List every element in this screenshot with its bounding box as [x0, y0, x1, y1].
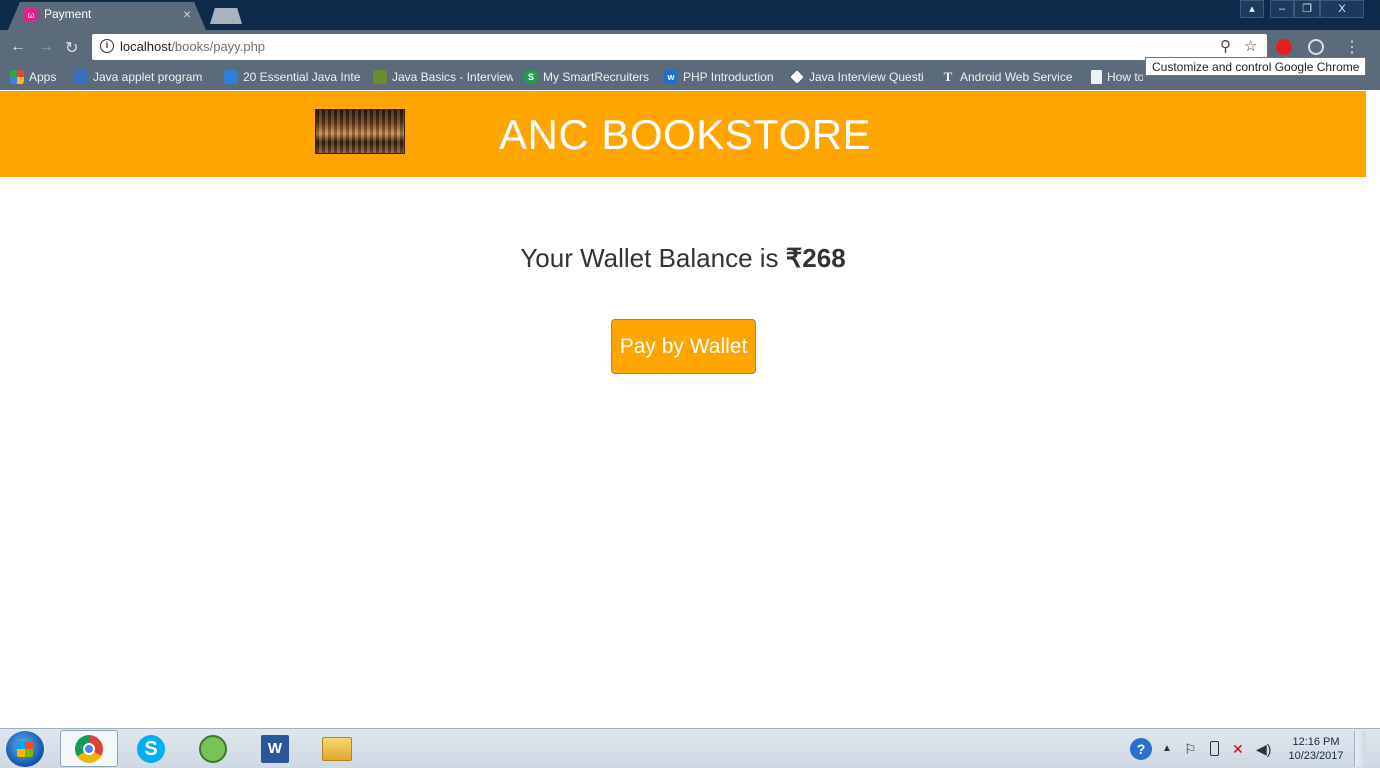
bookmark-label: Java Basics - Interview: [392, 70, 513, 84]
windows-taskbar: S W ? ▲ ⚐ ✕ ◀) 12:16 PM 10/23/2017: [0, 728, 1380, 768]
bookmark-label: My SmartRecruiters: [543, 70, 650, 84]
toptal-icon: [224, 70, 238, 84]
bookmark-java-interview[interactable]: Java Interview Questi: [790, 68, 930, 86]
menu-tooltip: Customize and control Google Chrome: [1145, 57, 1367, 76]
bookmark-label: Java applet program: [93, 70, 203, 84]
zoom-icon[interactable]: ⚲: [1220, 37, 1231, 55]
wallet-balance-text: Your Wallet Balance is ₹268: [0, 243, 1366, 274]
android-studio-icon: [199, 734, 227, 763]
page-icon: [1091, 70, 1102, 84]
forward-icon[interactable]: →: [38, 38, 54, 56]
bookmark-java-basics[interactable]: Java Basics - Interview: [373, 68, 513, 86]
site-info-icon[interactable]: i: [100, 39, 114, 53]
reload-icon[interactable]: ↻: [65, 38, 78, 58]
clock-time: 12:16 PM: [1292, 736, 1340, 748]
skype-icon: S: [137, 734, 165, 763]
battery-icon[interactable]: [1210, 741, 1219, 756]
tab-close-icon[interactable]: ×: [183, 6, 191, 22]
network-icon[interactable]: ✕: [1232, 741, 1244, 758]
smartrecruiters-icon: S: [524, 70, 538, 84]
store-title: ANC BOOKSTORE: [499, 111, 872, 158]
close-window-button[interactable]: X: [1320, 0, 1364, 18]
minimize-button[interactable]: –: [1270, 0, 1294, 18]
bookmark-how-to-create[interactable]: How to create and: [1091, 68, 1143, 86]
tab-favicon-icon: ω: [24, 8, 38, 22]
file-explorer-icon: [322, 736, 352, 761]
bookmark-label: Apps: [29, 70, 57, 84]
taskbar-chrome[interactable]: [60, 730, 118, 767]
diamond-icon: [790, 69, 805, 85]
bookmark-label: PHP Introduction: [683, 70, 774, 84]
bookmark-android-web-service[interactable]: T Android Web Service: [941, 68, 1079, 86]
url-host: localhost: [120, 39, 172, 54]
show-desktop-button[interactable]: [1354, 731, 1366, 767]
t-icon: T: [943, 69, 953, 84]
tab-title: Payment: [44, 7, 92, 21]
bookmark-label: How to create and: [1107, 70, 1143, 84]
bookmark-label: 20 Essential Java Inte: [243, 70, 361, 84]
balance-amount: ₹268: [785, 243, 846, 273]
bookmark-label: Android Web Service: [960, 70, 1073, 84]
word-icon: W: [261, 734, 289, 763]
taskbar-file-explorer[interactable]: [308, 730, 366, 767]
store-header: ANC BOOKSTORE: [0, 91, 1366, 177]
clock-date: 10/23/2017: [1288, 750, 1344, 762]
pay-by-wallet-button[interactable]: Pay by Wallet: [611, 319, 756, 374]
page-edge: [1366, 91, 1380, 728]
w3schools-icon: w: [664, 70, 678, 84]
taskbar-word[interactable]: W: [246, 730, 304, 767]
url-text[interactable]: localhost/books/payy.php: [120, 39, 265, 54]
bookmark-star-icon[interactable]: ☆: [1244, 37, 1257, 55]
url-path: /books/payy.php: [171, 39, 266, 54]
bookstore-logo: [315, 109, 405, 154]
bookmark-20-essential-java[interactable]: 20 Essential Java Inte: [224, 68, 364, 86]
bookmark-label: Java Interview Questi: [809, 70, 924, 84]
volume-icon[interactable]: ◀): [1256, 741, 1271, 758]
extension-icon[interactable]: [1276, 39, 1292, 55]
address-bar[interactable]: i localhost/books/payy.php ⚲ ☆: [92, 34, 1267, 60]
apps-icon: [10, 70, 24, 84]
action-center-flag-icon[interactable]: ⚐: [1184, 741, 1197, 758]
back-icon[interactable]: ←: [10, 38, 26, 56]
bookmark-java-applet[interactable]: Java applet program: [74, 68, 210, 86]
taskbar-skype[interactable]: S: [122, 730, 180, 767]
system-clock[interactable]: 12:16 PM 10/23/2017: [1278, 735, 1354, 763]
new-tab-button[interactable]: [210, 8, 242, 24]
history-icon[interactable]: [1308, 39, 1324, 55]
title-bar: ω Payment × ▴ – ❐ X: [0, 0, 1380, 30]
chrome-menu-icon[interactable]: ⋮: [1344, 37, 1360, 57]
bookmark-apps[interactable]: Apps: [10, 68, 66, 86]
windows-logo-icon: [17, 741, 33, 757]
chrome-icon: [75, 734, 103, 763]
show-hidden-icons-icon[interactable]: ▲: [1162, 743, 1172, 754]
balance-label: Your Wallet Balance is: [520, 243, 786, 273]
taskbar-android-studio[interactable]: [184, 730, 242, 767]
restore-button[interactable]: ❐: [1294, 0, 1320, 18]
start-button[interactable]: [6, 731, 44, 767]
bookmark-php-introduction[interactable]: w PHP Introduction: [664, 68, 782, 86]
help-icon[interactable]: ?: [1130, 738, 1152, 760]
bookmark-smartrecruiters[interactable]: S My SmartRecruiters: [524, 68, 654, 86]
user-profile-button[interactable]: ▴: [1240, 0, 1264, 18]
java-icon: [74, 70, 88, 84]
pickaxe-icon: [373, 70, 387, 84]
